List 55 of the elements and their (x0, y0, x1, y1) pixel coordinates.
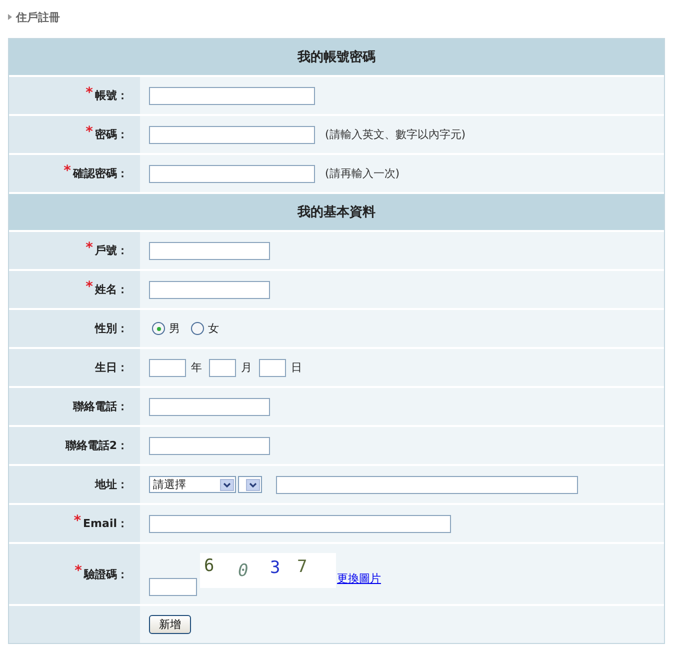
refresh-image-link[interactable]: 更換圖片 (337, 571, 381, 586)
field-label: 驗證碼： (84, 566, 128, 582)
caret-icon (220, 478, 234, 490)
radio-button[interactable] (191, 322, 204, 335)
hint-text: (請輸入英文、數字以內字元) (325, 127, 466, 142)
required-mark: * (74, 516, 82, 526)
captcha-digit: 3 (270, 558, 280, 578)
required-mark: * (64, 166, 71, 176)
add-button[interactable]: 新增 (149, 615, 191, 634)
field-label: Email： (83, 516, 128, 531)
option-label: 男 (169, 321, 180, 336)
captcha-digit: 0 (238, 561, 248, 581)
radio-button[interactable] (152, 322, 165, 335)
field-label: 密碼： (95, 127, 128, 142)
address-field[interactable] (276, 476, 578, 494)
text-field[interactable] (149, 436, 270, 454)
hint-text: (請再輸入一次) (325, 166, 400, 181)
page-title: 住戶註冊 (16, 10, 60, 24)
field-label: 帳號： (95, 88, 128, 103)
captcha-digit: 6 (204, 556, 214, 576)
field-label: 聯絡電話2： (65, 438, 128, 453)
date-field[interactable] (209, 358, 236, 376)
required-mark: * (86, 126, 93, 136)
field-label: 性別： (95, 321, 128, 336)
date-unit: 日 (291, 360, 302, 375)
caret-icon (246, 478, 260, 490)
field-label: 地址： (95, 477, 128, 492)
text-field[interactable] (149, 514, 451, 532)
date-field[interactable] (149, 358, 186, 376)
captcha-digit: 7 (297, 557, 308, 577)
required-mark: * (86, 242, 93, 252)
text-field[interactable] (149, 164, 315, 182)
field-label: 戶號： (95, 243, 128, 258)
field-label: 姓名： (95, 282, 128, 297)
section-header: 我的帳號密碼 (9, 39, 664, 77)
date-unit: 年 (191, 360, 202, 375)
date-field[interactable] (259, 358, 286, 376)
field-label: 生日： (95, 360, 128, 375)
text-field[interactable] (149, 86, 315, 104)
district-dropdown[interactable] (238, 476, 262, 493)
text-field[interactable] (149, 126, 315, 144)
text-field[interactable] (149, 242, 270, 260)
triangle-icon (8, 14, 12, 20)
required-mark: * (86, 282, 93, 292)
required-mark: * (86, 88, 93, 98)
text-field[interactable] (149, 398, 270, 416)
city-dropdown[interactable]: 請選擇 (149, 476, 236, 493)
required-mark: * (74, 566, 82, 576)
text-field[interactable] (149, 280, 270, 298)
field-label: 確認密碼： (73, 166, 128, 181)
section-header: 我的基本資料 (9, 194, 664, 232)
field-label: 聯絡電話： (73, 399, 128, 414)
option-label: 女 (208, 321, 219, 336)
date-unit: 月 (241, 360, 252, 375)
captcha-field[interactable] (149, 578, 197, 596)
